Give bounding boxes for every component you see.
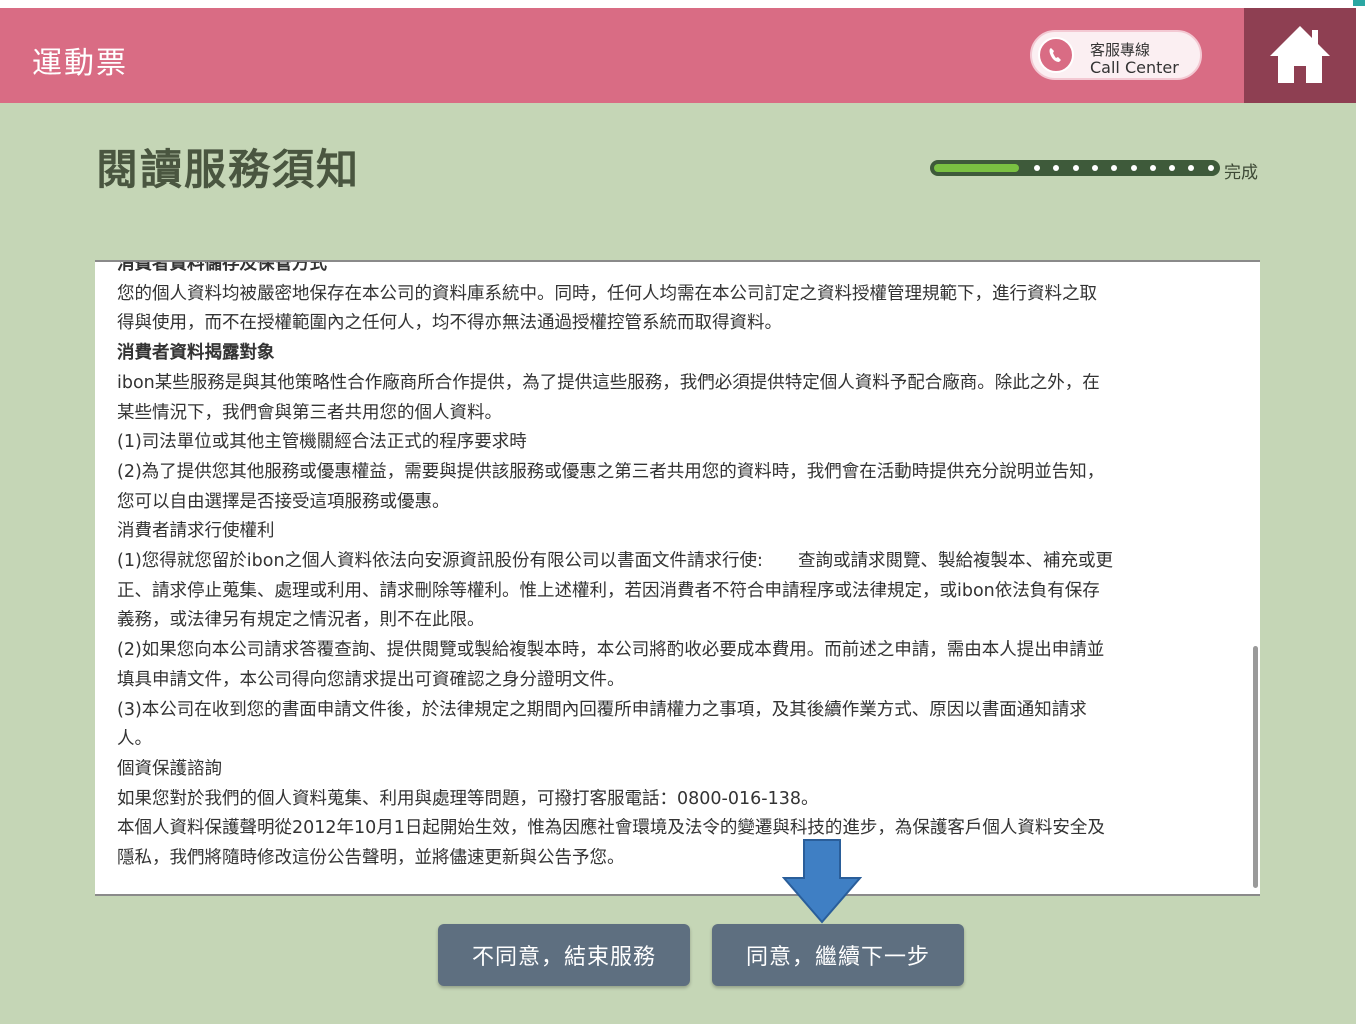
notice-line: 本個人資料保護聲明從2012年10月1日起開始生效，惟為因應社會環境及法令的變遷… bbox=[117, 818, 1105, 839]
call-center-label-zh: 客服專線 bbox=[1090, 41, 1151, 59]
notice-line: 填具申請文件，本公司得向您請求提出可資確認之身分證明文件。 bbox=[117, 669, 625, 690]
notice-line: 人。 bbox=[117, 729, 152, 750]
home-button[interactable] bbox=[1244, 8, 1356, 103]
notice-line: 如果您對於我們的個人資料蒐集、利用與處理等問題，可撥打客服電話：0800-016… bbox=[117, 788, 819, 809]
agree-continue-button[interactable]: 同意，繼續下一步 bbox=[712, 924, 964, 986]
disagree-end-service-button[interactable]: 不同意，結束服務 bbox=[438, 924, 690, 986]
progress-label: 完成 bbox=[1224, 163, 1258, 183]
progress-step-dot bbox=[1130, 165, 1137, 171]
home-icon bbox=[1270, 26, 1330, 83]
progress-step-dot bbox=[1207, 165, 1214, 171]
notice-scrollbar[interactable] bbox=[1253, 646, 1258, 888]
progress-step-dot bbox=[1053, 165, 1060, 171]
progress-fill bbox=[934, 164, 1019, 172]
header-bar: 運動票 客服專線 Call Center bbox=[0, 8, 1356, 103]
notice-line: 消費者資料儲存及保管方式 bbox=[117, 260, 327, 274]
notice-line: (1)您得就您留於ibon之個人資料依法向安源資訊股份有限公司以書面文件請求行使… bbox=[117, 551, 1113, 572]
notice-line: 個資保護諮詢 bbox=[117, 758, 222, 779]
page-title: 閱讀服務須知 bbox=[96, 145, 361, 194]
notice-line: 您的個人資料均被嚴密地保存在本公司的資料庫系統中。同時，任何人均需在本公司訂定之… bbox=[117, 283, 1097, 304]
progress-step-dot bbox=[1072, 165, 1079, 171]
notice-line: (2)為了提供您其他服務或優惠權益，需要與提供該服務或優惠之第三者共用您的資料時… bbox=[117, 461, 1105, 482]
progress-step-dot bbox=[1091, 165, 1098, 171]
call-center-button[interactable]: 客服專線 Call Center bbox=[1030, 30, 1202, 80]
notice-line: 消費者資料揭露對象 bbox=[117, 343, 275, 364]
notice-line: (1)司法單位或其他主管機關經合法正式的程序要求時 bbox=[117, 432, 527, 453]
progress-step-dot bbox=[1111, 165, 1118, 171]
notice-text: 消費者資料儲存及保管方式您的個人資料均被嚴密地保存在本公司的資料庫系統中。同時，… bbox=[117, 260, 1237, 874]
app-frame: 運動票 客服專線 Call Center 閱讀服務須知 完成 消費者資料儲存及保… bbox=[0, 8, 1356, 1024]
progress-step-dot bbox=[1034, 165, 1040, 171]
down-arrow-icon bbox=[782, 839, 862, 924]
service-notice-panel[interactable]: 消費者資料儲存及保管方式您的個人資料均被嚴密地保存在本公司的資料庫系統中。同時，… bbox=[95, 260, 1260, 896]
notice-line: 您可以自由選擇是否接受這項服務或優惠。 bbox=[117, 491, 450, 512]
app-title: 運動票 bbox=[32, 46, 128, 81]
notice-line: 義務，或法律另有規定之情況者，則不在此限。 bbox=[117, 610, 485, 631]
phone-icon bbox=[1038, 37, 1074, 73]
progress-step-dot bbox=[1188, 165, 1195, 171]
notice-line: (3)本公司在收到您的書面申請文件後，於法律規定之期間內回覆所申請權力之事項，及… bbox=[117, 699, 1087, 720]
notice-line: 消費者請求行使權利 bbox=[117, 521, 275, 542]
notice-line: ibon某些服務是與其他策略性合作廠商所合作提供，為了提供這些服務，我們必須提供… bbox=[117, 372, 1100, 393]
top-accent bbox=[1353, 0, 1365, 6]
call-center-label-en: Call Center bbox=[1090, 58, 1179, 77]
progress-bar bbox=[930, 160, 1220, 176]
progress-step-dot bbox=[1149, 165, 1156, 171]
notice-line: (2)如果您向本公司請求答覆查詢、提供閱覽或製給複製本時，本公司將酌收必要成本費… bbox=[117, 640, 1105, 661]
top-edge bbox=[0, 0, 1365, 8]
notice-line: 某些情況下，我們會與第三者共用您的個人資料。 bbox=[117, 402, 502, 423]
notice-line: 得與使用，而不在授權範圍內之任何人，均不得亦無法通過授權控管系統而取得資料。 bbox=[117, 313, 782, 334]
progress-step-dot bbox=[1169, 165, 1176, 171]
notice-line: 隱私，我們將隨時修改這份公告聲明，並將儘速更新與公告予您。 bbox=[117, 848, 625, 869]
notice-line: 正、請求停止蒐集、處理或利用、請求刪除等權利。惟上述權利，若因消費者不符合申請程… bbox=[117, 580, 1100, 601]
